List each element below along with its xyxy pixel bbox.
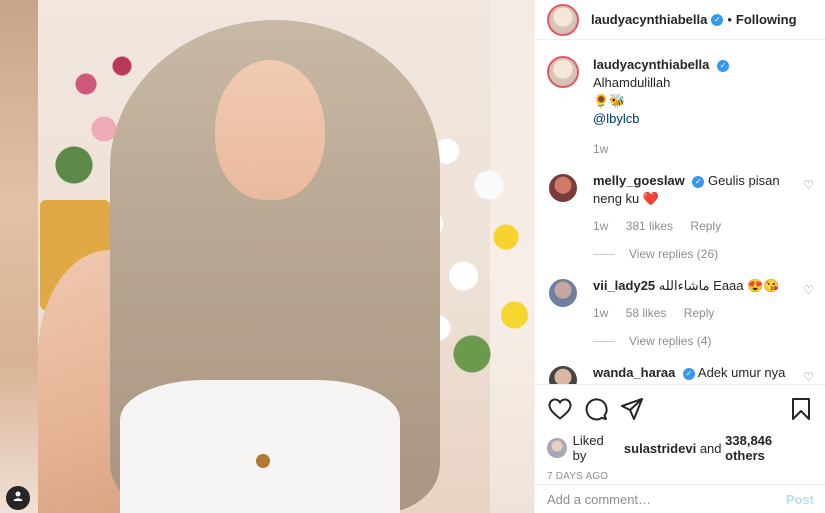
comment-text: Adek umur nya bbox=[697, 365, 786, 380]
share-icon[interactable] bbox=[619, 396, 645, 422]
liker-avatar[interactable] bbox=[547, 438, 567, 458]
comment-username[interactable]: vii_lady25 bbox=[593, 278, 655, 293]
comment-like-heart-icon[interactable]: ♡ bbox=[803, 283, 814, 297]
verified-badge-icon: ✓ bbox=[692, 175, 705, 188]
verified-badge-icon: ✓ bbox=[711, 13, 724, 26]
comment-text: Eaaa bbox=[713, 278, 744, 293]
caption-emoji: 🌻🐝 bbox=[593, 93, 626, 108]
photo-left-strip bbox=[0, 0, 38, 513]
post-date[interactable]: 7 DAYS AGO bbox=[547, 471, 814, 482]
comment-like-heart-icon[interactable]: ♡ bbox=[803, 370, 814, 384]
caption-username[interactable]: laudyacynthiabella bbox=[593, 57, 709, 72]
comment-emoji: 😍😘 bbox=[747, 278, 780, 293]
following-button[interactable]: Following bbox=[736, 12, 797, 27]
comment-avatar[interactable] bbox=[547, 277, 579, 309]
comment-likes[interactable]: 58 likes bbox=[626, 306, 667, 320]
heart-icon[interactable] bbox=[547, 396, 573, 422]
add-comment-bar: Post bbox=[535, 484, 825, 513]
liked-by-prefix: Liked by bbox=[572, 433, 604, 463]
comment-avatar[interactable] bbox=[547, 364, 579, 384]
post-header: laudyacynthiabella ✓ • Following bbox=[535, 0, 825, 40]
separator-dot: • bbox=[727, 12, 732, 27]
comment-likes[interactable]: 381 likes bbox=[626, 219, 673, 233]
post-photo[interactable] bbox=[0, 0, 534, 513]
replies-divider-line bbox=[593, 340, 615, 342]
caption: laudyacynthiabella ✓ Alhamdulillah 🌻🐝 @l… bbox=[547, 56, 814, 158]
comment-item: vii_lady25 ماشاءالله Eaaa 😍😘 1w 58 likes… bbox=[547, 277, 814, 322]
comment-item: wanda_haraa ✓ Adek umur nya ♡ bbox=[547, 364, 814, 384]
comments-list[interactable]: laudyacynthiabella ✓ Alhamdulillah 🌻🐝 @l… bbox=[535, 56, 825, 384]
liked-by-suffix: and bbox=[699, 440, 722, 456]
heart-emoji: ❤️ bbox=[642, 191, 660, 206]
verified-badge-icon: ✓ bbox=[683, 367, 695, 380]
verified-badge-icon: ✓ bbox=[716, 59, 729, 72]
face bbox=[215, 60, 325, 200]
view-replies-label[interactable]: View replies (4) bbox=[629, 334, 711, 348]
comment-like-heart-icon[interactable]: ♡ bbox=[803, 178, 814, 192]
caption-avatar[interactable] bbox=[547, 56, 579, 88]
caption-time[interactable]: 1w bbox=[593, 142, 608, 156]
view-replies-label[interactable]: View replies (26) bbox=[629, 247, 718, 261]
comment-icon[interactable] bbox=[583, 396, 609, 422]
post-side-panel: laudyacynthiabella ✓ • Following laudyac… bbox=[534, 0, 825, 513]
author-username[interactable]: laudyacynthiabella bbox=[591, 12, 707, 27]
post-comment-button[interactable]: Post bbox=[786, 492, 814, 507]
comment-input[interactable] bbox=[547, 491, 786, 507]
comment-username[interactable]: wanda_haraa bbox=[593, 365, 675, 380]
user-tag-icon[interactable] bbox=[6, 486, 30, 510]
likes-summary: Liked by sulastridevi and 338,846 others bbox=[547, 433, 814, 463]
comment-time[interactable]: 1w bbox=[593, 306, 608, 320]
reply-button[interactable]: Reply bbox=[690, 219, 721, 233]
brooch bbox=[256, 454, 270, 468]
view-replies-button[interactable]: View replies (4) bbox=[593, 334, 814, 348]
comment-text-arabic: ماشاءالله bbox=[658, 278, 710, 293]
caption-mention[interactable]: @lbylcb bbox=[593, 111, 639, 126]
comment-time[interactable]: 1w bbox=[593, 219, 608, 233]
reply-button[interactable]: Reply bbox=[684, 306, 715, 320]
liked-by-user[interactable]: sulastridevi bbox=[624, 441, 696, 456]
comment-item: melly_goeslaw ✓ Geulis pisan neng ku ❤️ … bbox=[547, 172, 814, 235]
white-shirt bbox=[120, 380, 400, 513]
comment-avatar[interactable] bbox=[547, 172, 579, 204]
view-replies-button[interactable]: View replies (26) bbox=[593, 247, 814, 261]
others-count[interactable]: 338,846 others bbox=[725, 433, 814, 463]
caption-text: Alhamdulillah bbox=[593, 75, 671, 90]
bookmark-icon[interactable] bbox=[788, 396, 814, 422]
comment-username[interactable]: melly_goeslaw bbox=[593, 173, 685, 188]
author-avatar[interactable] bbox=[547, 3, 579, 36]
replies-divider-line bbox=[593, 253, 615, 255]
